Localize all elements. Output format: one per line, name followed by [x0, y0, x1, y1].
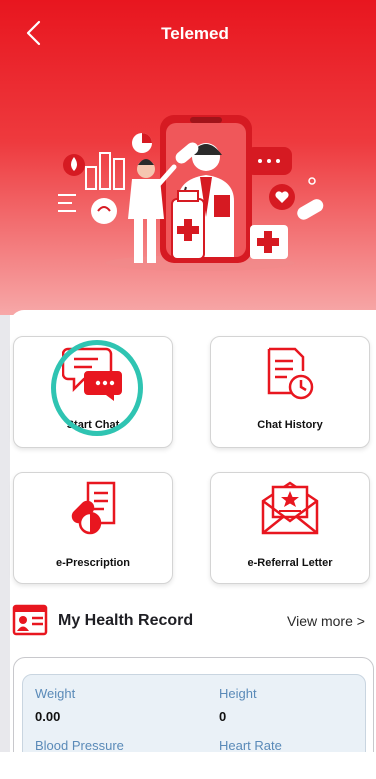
heart-rate-label: Heart Rate — [219, 738, 282, 753]
document-clock-icon — [267, 347, 314, 400]
weight-label: Weight — [35, 686, 76, 701]
telemed-illustration — [58, 115, 324, 271]
bottom-fade — [0, 752, 376, 779]
header-banner: Telemed — [0, 0, 376, 315]
start-chat-label: Start Chat — [66, 419, 120, 431]
envelope-star-letter-icon — [261, 481, 319, 535]
e-referral-letter-card[interactable]: e-Referral Letter — [210, 472, 370, 584]
view-more-link[interactable]: View more > — [287, 613, 365, 629]
start-chat-card[interactable]: Start Chat — [13, 336, 173, 448]
id-card-icon — [12, 604, 48, 636]
chat-bubbles-icon — [62, 347, 122, 401]
weight-value: 0.00 — [35, 709, 61, 724]
health-record-title: My Health Record — [58, 612, 194, 629]
left-edge-strip — [0, 315, 10, 779]
height-value: 0 — [219, 709, 227, 724]
e-referral-letter-label: e-Referral Letter — [247, 557, 333, 569]
chat-history-card[interactable]: Chat History — [210, 336, 370, 448]
prescription-pill-icon — [71, 481, 116, 535]
blood-pressure-label: Blood Pressure — [35, 738, 124, 753]
e-prescription-label: e-Prescription — [56, 557, 130, 569]
chat-history-label: Chat History — [257, 419, 323, 431]
page-title: Telemed — [161, 24, 229, 43]
e-prescription-card[interactable]: e-Prescription — [13, 472, 173, 584]
height-label: Height — [219, 686, 257, 701]
